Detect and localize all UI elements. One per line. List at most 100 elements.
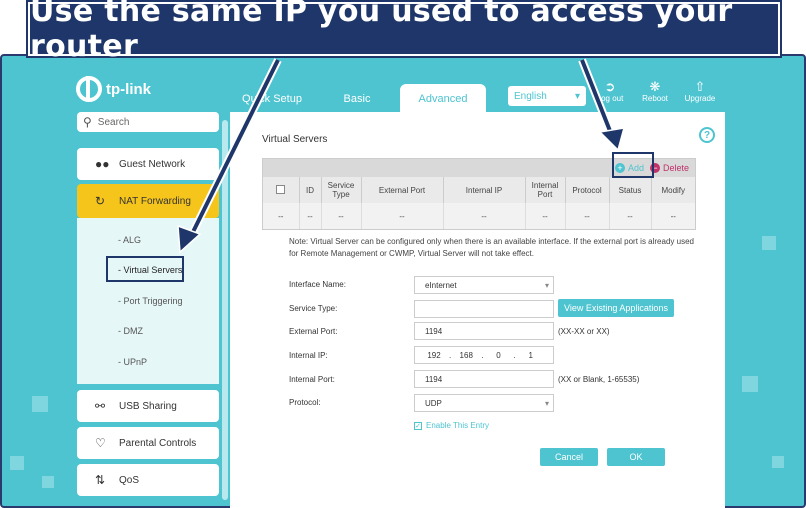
column-header: ID bbox=[299, 177, 322, 203]
select-all-checkbox[interactable] bbox=[276, 184, 286, 194]
sidebar-item-usb-sharing[interactable]: ⚯ USB Sharing bbox=[77, 390, 219, 422]
external-port-hint: (XX-XX or XX) bbox=[558, 327, 610, 336]
parental-controls-icon: ♡ bbox=[95, 436, 106, 450]
chevron-down-icon: ▾ bbox=[574, 90, 580, 102]
sidebar-item-nat-forwarding[interactable]: ↻ NAT Forwarding bbox=[77, 184, 219, 218]
internal-port-input[interactable]: 1194 bbox=[414, 370, 554, 388]
column-header: Modify bbox=[651, 177, 695, 203]
page-title: Virtual Servers bbox=[262, 134, 328, 145]
guest-network-icon: ●● bbox=[95, 157, 110, 171]
protocol-value: UDP bbox=[425, 398, 442, 408]
tp-link-logo-icon bbox=[76, 76, 102, 102]
language-select[interactable]: English ▾ bbox=[508, 86, 586, 106]
internal-port-hint: (XX or Blank, 1-65535) bbox=[558, 375, 640, 384]
configuration-note: Note: Virtual Server can be configured o… bbox=[289, 237, 694, 258]
reboot-button[interactable]: ❋ Reboot bbox=[635, 80, 675, 104]
sidebar-item-parental-controls[interactable]: ♡ Parental Controls bbox=[77, 427, 219, 459]
sidebar-item-label: NAT Forwarding bbox=[119, 195, 191, 207]
table-cell: -- bbox=[443, 203, 526, 229]
cancel-button[interactable]: Cancel bbox=[540, 448, 598, 466]
tab-advanced[interactable]: Advanced bbox=[400, 84, 486, 114]
logo-text: tp-link bbox=[106, 80, 151, 98]
upgrade-icon: ⇧ bbox=[694, 79, 706, 94]
column-header: Internal IP bbox=[443, 177, 526, 203]
decoration bbox=[742, 376, 758, 392]
decoration bbox=[32, 396, 48, 412]
table-cell: -- bbox=[361, 203, 444, 229]
logout-icon: ➲ bbox=[604, 79, 616, 94]
protocol-select[interactable]: UDP ▾ bbox=[414, 394, 554, 412]
interface-name-select[interactable]: eInternet ▾ bbox=[414, 276, 554, 294]
table-cell: -- bbox=[321, 203, 362, 229]
instruction-banner: Use the same IP you used to access your … bbox=[28, 0, 780, 64]
tab-quick-setup[interactable]: Quick Setup bbox=[236, 86, 308, 112]
delete-button[interactable]: − Delete bbox=[649, 163, 689, 173]
ip-octet-3[interactable]: 0 bbox=[483, 351, 513, 360]
decoration bbox=[762, 236, 776, 250]
sidebar-item-guest-network[interactable]: ●● Guest Network bbox=[77, 148, 219, 180]
service-type-input[interactable] bbox=[414, 300, 554, 318]
column-header: Service Type bbox=[321, 177, 362, 203]
tab-basic[interactable]: Basic bbox=[326, 86, 388, 112]
internal-ip-input[interactable]: 192. 168. 0. 1 bbox=[414, 346, 554, 364]
sidebar-subitem-dmz[interactable]: - DMZ bbox=[118, 326, 143, 336]
table-cell: -- bbox=[609, 203, 652, 229]
table: ID Service Type External Port Internal I… bbox=[263, 177, 695, 229]
sidebar-subitem-port-triggering[interactable]: - Port Triggering bbox=[118, 296, 183, 306]
table-cell: -- bbox=[525, 203, 566, 229]
table-cell: -- bbox=[651, 203, 695, 229]
interface-name-value: eInternet bbox=[425, 280, 457, 290]
sidebar-item-qos[interactable]: ⇅ QoS bbox=[77, 464, 219, 496]
nat-forwarding-icon: ↻ bbox=[95, 194, 106, 208]
column-header: External Port bbox=[361, 177, 444, 203]
reboot-label: Reboot bbox=[642, 94, 668, 103]
search-input[interactable]: ⚲ Search bbox=[77, 112, 219, 132]
ip-octet-2[interactable]: 168 bbox=[451, 351, 481, 360]
table-cell: -- bbox=[565, 203, 610, 229]
sidebar-subitem-alg[interactable]: - ALG bbox=[118, 235, 141, 245]
internal-ip-label: Internal IP: bbox=[289, 351, 328, 360]
column-header: Internal Port bbox=[525, 177, 566, 203]
table-row: -- -- -- -- -- -- -- -- -- bbox=[263, 203, 695, 229]
select-all-header bbox=[263, 177, 300, 203]
sidebar-item-label: Guest Network bbox=[119, 158, 186, 170]
language-value: English bbox=[514, 90, 547, 102]
sidebar-item-label: QoS bbox=[119, 474, 140, 486]
service-type-label: Service Type: bbox=[289, 304, 338, 313]
chevron-down-icon: ▾ bbox=[544, 398, 549, 408]
protocol-label: Protocol: bbox=[289, 398, 321, 407]
delete-label: Delete bbox=[662, 163, 689, 173]
column-header: Status bbox=[609, 177, 652, 203]
upgrade-label: Upgrade bbox=[684, 94, 716, 103]
enable-entry-checkbox[interactable]: ✓ Enable This Entry bbox=[414, 421, 489, 430]
ip-octet-1[interactable]: 192 bbox=[419, 351, 449, 360]
view-existing-applications-button[interactable]: View Existing Applications bbox=[558, 299, 674, 317]
table-cell: -- bbox=[299, 203, 322, 229]
logout-label: Log out bbox=[596, 94, 624, 103]
help-icon[interactable]: ? bbox=[699, 127, 715, 143]
decoration bbox=[42, 476, 54, 488]
upgrade-button[interactable]: ⇧ Upgrade bbox=[680, 79, 720, 104]
search-icon: ⚲ bbox=[83, 115, 92, 129]
decoration bbox=[10, 456, 24, 470]
usb-icon: ⚯ bbox=[95, 399, 106, 413]
sidebar-item-label: USB Sharing bbox=[119, 400, 177, 412]
ip-octet-4[interactable]: 1 bbox=[516, 351, 546, 360]
table-cell: -- bbox=[263, 203, 300, 229]
table-header-row: ID Service Type External Port Internal I… bbox=[263, 177, 695, 203]
qos-icon: ⇅ bbox=[95, 473, 106, 487]
decoration bbox=[772, 456, 784, 468]
search-placeholder: Search bbox=[97, 116, 130, 128]
enable-entry-label: Enable This Entry bbox=[426, 421, 489, 430]
ok-button[interactable]: OK bbox=[607, 448, 665, 466]
external-port-label: External Port: bbox=[289, 327, 338, 336]
sidebar-subitem-upnp[interactable]: - UPnP bbox=[118, 357, 147, 367]
chevron-down-icon: ▾ bbox=[544, 280, 549, 290]
internal-port-label: Internal Port: bbox=[289, 375, 335, 384]
external-port-input[interactable]: 1194 bbox=[414, 322, 554, 340]
sidebar-scrollbar[interactable] bbox=[222, 120, 228, 500]
logout-button[interactable]: ➲ Log out bbox=[590, 79, 630, 104]
sidebar-item-label: Parental Controls bbox=[119, 437, 197, 449]
interface-name-label: Interface Name: bbox=[289, 280, 346, 289]
tp-link-logo: tp-link bbox=[76, 76, 151, 102]
